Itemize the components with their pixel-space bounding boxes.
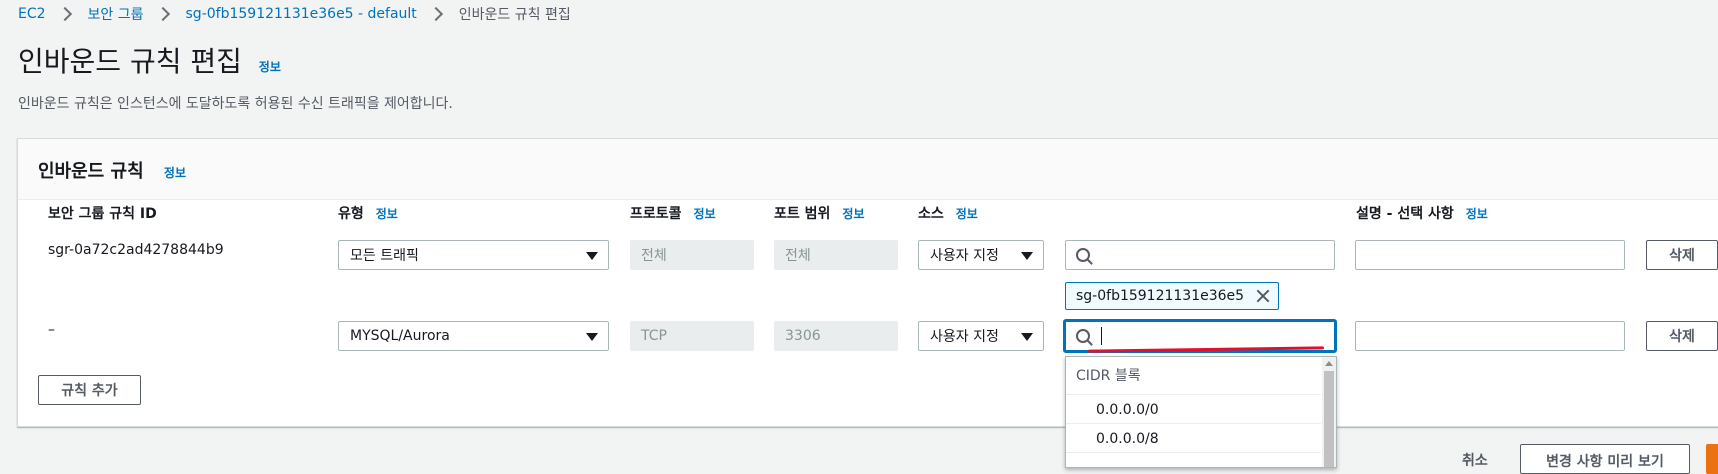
dropdown-scrollbar[interactable]	[1322, 357, 1336, 467]
breadcrumb-security-groups[interactable]: 보안 그룹	[88, 4, 144, 24]
source-token-label: sg-0fb159121131e36e5	[1076, 288, 1245, 304]
caret-down-icon	[1021, 333, 1033, 341]
row1-type-value: 모든 트래픽	[350, 248, 419, 264]
row2-protocol-field: TCP	[630, 321, 754, 351]
page-title: 인바운드 규칙 편집	[18, 45, 242, 78]
row2-description-input[interactable]	[1355, 321, 1625, 351]
row2-rule-id: –	[48, 322, 55, 338]
row2-source-type-select[interactable]: 사용자 지정	[918, 321, 1044, 351]
column-header-description-label: 설명 - 선택 사항	[1356, 206, 1454, 222]
type-info-link[interactable]: 정보	[376, 207, 398, 221]
text-cursor	[1101, 327, 1102, 345]
panel-title-container: 인바운드 규칙 정보	[38, 157, 186, 183]
column-header-port-range: 포트 범위 정보	[774, 203, 865, 223]
scroll-thumb[interactable]	[1324, 371, 1334, 467]
row2-delete-button[interactable]: 삭제	[1646, 321, 1718, 351]
breadcrumb-ec2[interactable]: EC2	[18, 6, 46, 22]
port-range-info-link[interactable]: 정보	[842, 207, 864, 221]
protocol-info-link[interactable]: 정보	[694, 207, 716, 221]
row2-type-value: MYSQL/Aurora	[350, 328, 450, 344]
divider	[1066, 394, 1321, 395]
page-info-link[interactable]: 정보	[259, 60, 281, 74]
close-icon[interactable]	[1256, 289, 1270, 303]
column-header-rule-id-label: 보안 그룹 규칙 ID	[48, 206, 157, 222]
column-header-type-label: 유형	[338, 206, 364, 222]
search-icon	[1076, 329, 1090, 343]
panel-title: 인바운드 규칙	[38, 161, 144, 182]
divider	[1066, 423, 1321, 424]
dropdown-group-label: CIDR 블록	[1076, 368, 1141, 384]
source-info-link[interactable]: 정보	[956, 207, 978, 221]
add-rule-button[interactable]: 규칙 추가	[38, 375, 141, 405]
caret-down-icon	[586, 333, 598, 341]
column-header-port-range-label: 포트 범위	[774, 206, 831, 222]
row1-description-input[interactable]	[1355, 240, 1625, 270]
row1-source-type-value: 사용자 지정	[930, 248, 999, 264]
panel-header: 인바운드 규칙 정보	[18, 139, 1718, 200]
row1-rule-id: sgr-0a72c2ad4278844b9	[48, 242, 224, 258]
dropdown-option[interactable]: 0.0.0.0/0	[1096, 402, 1159, 418]
chevron-right-icon	[428, 6, 443, 22]
source-dropdown-menu: CIDR 블록 0.0.0.0/0 0.0.0.0/8	[1065, 356, 1337, 468]
row1-source-type-select[interactable]: 사용자 지정	[918, 240, 1044, 270]
row1-source-token: sg-0fb159121131e36e5	[1065, 282, 1280, 310]
scroll-up-icon[interactable]	[1325, 361, 1333, 366]
caret-down-icon	[586, 252, 598, 260]
page-title-container: 인바운드 규칙 편집 정보	[18, 40, 281, 80]
row1-delete-button[interactable]: 삭제	[1646, 240, 1718, 270]
column-header-source-label: 소스	[918, 206, 944, 222]
caret-down-icon	[1021, 252, 1033, 260]
search-icon	[1076, 248, 1090, 262]
column-header-protocol-label: 프로토콜	[630, 206, 682, 222]
cancel-button[interactable]: 취소	[1462, 450, 1488, 470]
row1-protocol-field: 전체	[630, 240, 754, 270]
dropdown-option[interactable]: 0.0.0.0/8	[1096, 431, 1159, 447]
column-header-type: 유형 정보	[338, 203, 398, 223]
row2-port-range-field: 3306	[774, 321, 898, 351]
row1-type-select[interactable]: 모든 트래픽	[338, 240, 609, 270]
column-header-source: 소스 정보	[918, 203, 978, 223]
row1-source-search-input[interactable]	[1065, 240, 1335, 270]
row2-source-type-value: 사용자 지정	[930, 329, 999, 345]
chevron-right-icon	[57, 6, 72, 22]
breadcrumb-security-group[interactable]: sg-0fb159121131e36e5 - default	[186, 6, 417, 22]
save-rules-button[interactable]	[1706, 444, 1718, 474]
description-info-link[interactable]: 정보	[1466, 207, 1488, 221]
column-header-protocol: 프로토콜 정보	[630, 203, 716, 223]
breadcrumb-current: 인바운드 규칙 편집	[458, 7, 571, 23]
column-header-rule-id: 보안 그룹 규칙 ID	[48, 203, 157, 223]
breadcrumb: EC2 보안 그룹 sg-0fb159121131e36e5 - default…	[18, 4, 571, 24]
row1-port-range-field: 전체	[774, 240, 898, 270]
page-subtitle: 인바운드 규칙은 인스턴스에 도달하도록 허용된 수신 트래픽을 제어합니다.	[18, 96, 453, 112]
preview-changes-button[interactable]: 변경 사항 미리 보기	[1520, 444, 1690, 474]
divider	[1066, 452, 1321, 453]
chevron-right-icon	[155, 6, 170, 22]
inbound-rules-panel: 인바운드 규칙 정보	[17, 138, 1718, 427]
column-header-description: 설명 - 선택 사항 정보	[1356, 203, 1488, 223]
panel-info-link[interactable]: 정보	[164, 166, 186, 180]
row2-type-select[interactable]: MYSQL/Aurora	[338, 321, 609, 351]
